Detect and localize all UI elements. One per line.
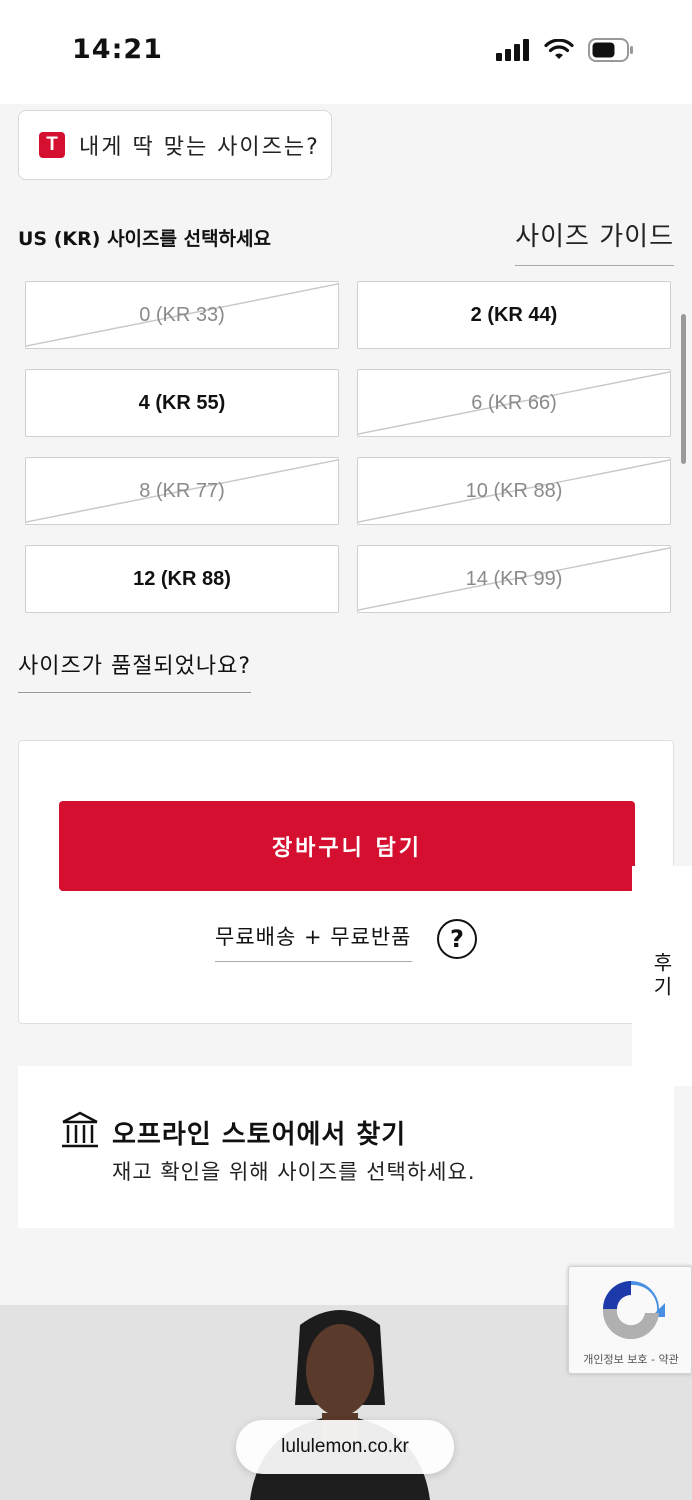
size-option-label: 12 (KR 88) [133,567,231,590]
size-option-label: 0 (KR 33) [139,303,225,326]
size-option-label: 14 (KR 99) [465,567,563,590]
store-finder-title: 오프라인 스토어에서 찾기 [112,1120,407,1150]
cellular-signal-icon [496,39,529,61]
size-option-label: 2 (KR 44) [470,303,558,326]
status-icons [496,38,634,62]
reviews-side-tab[interactable]: 후기 [632,866,692,1086]
size-grid: 0 (KR 33) 2 (KR 44) 4 (KR 55) 6 (KR 66) 8 (K… [25,281,671,613]
fit-finder-button[interactable]: T 내게 딱 맞는 사이즈는? [18,110,332,180]
size-option-label: 6 (KR 66) [471,391,557,414]
add-to-cart-button[interactable]: 장바구니 담기 [59,801,635,891]
status-time: 14:21 [72,34,163,65]
size-option[interactable]: 6 (KR 66) [357,369,671,437]
size-guide-link[interactable]: 사이즈 가이드 [515,216,674,266]
wifi-icon [544,39,574,59]
help-icon[interactable]: ? [437,919,477,959]
browser-url-bar[interactable]: lululemon.co.kr [236,1420,454,1474]
size-option[interactable]: 0 (KR 33) [25,281,339,349]
cart-panel: 장바구니 담기 무료배송 + 무료반품 ? [18,740,674,1024]
browser-url-text: lululemon.co.kr [281,1436,409,1457]
scrollbar[interactable] [681,314,686,464]
store-finder-panel[interactable]: 오프라인 스토어에서 찾기 재고 확인을 위해 사이즈를 선택하세요. [18,1066,674,1228]
size-option[interactable]: 4 (KR 55) [25,369,339,437]
recaptcha-badge[interactable]: 개인정보 보호 - 약관 [568,1266,692,1374]
store-icon [62,1111,98,1148]
reviews-side-tab-label: 후기 [649,952,674,1000]
size-option-label: 4 (KR 55) [138,391,226,414]
size-option[interactable]: 14 (KR 99) [357,545,671,613]
size-option-label: 10 (KR 88) [465,479,563,502]
status-bar: 14:21 [0,0,692,104]
store-finder-subtitle: 재고 확인을 위해 사이즈를 선택하세요. [112,1160,476,1184]
battery-icon [588,38,633,62]
size-option-label: 8 (KR 77) [139,479,225,502]
size-option[interactable]: 2 (KR 44) [357,281,671,349]
size-option[interactable]: 12 (KR 88) [25,545,339,613]
fit-finder-logo-icon: T [39,132,65,158]
size-option[interactable]: 8 (KR 77) [25,457,339,525]
recaptcha-icon [602,1281,665,1340]
free-shipping-link[interactable]: 무료배송 + 무료반품 [215,921,412,962]
size-select-label: US (KR) 사이즈를 선택하세요 [18,228,271,250]
size-option[interactable]: 10 (KR 88) [357,457,671,525]
fit-finder-label: 내게 딱 맞는 사이즈는? [79,135,320,160]
sold-out-link[interactable]: 사이즈가 품절되었나요? [18,648,252,693]
recaptcha-label[interactable]: 개인정보 보호 - 약관 [569,1351,692,1367]
